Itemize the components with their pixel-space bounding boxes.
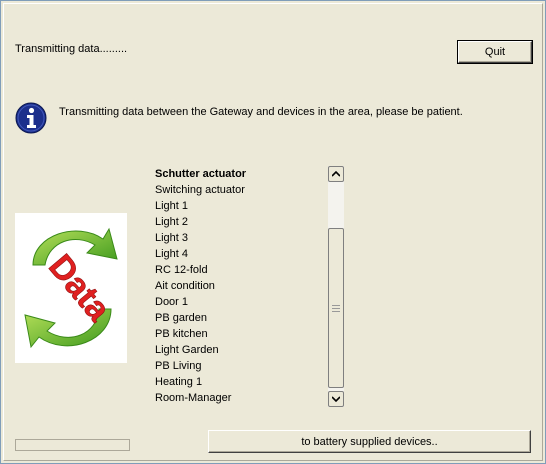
battery-devices-button[interactable]: to battery supplied devices.. xyxy=(208,430,531,453)
grip-icon xyxy=(332,304,340,312)
device-list[interactable]: Schutter actuator Switching actuator Light… xyxy=(155,166,327,406)
list-item[interactable]: PB kitchen xyxy=(155,326,327,342)
list-item[interactable]: PB Living xyxy=(155,358,327,374)
list-item[interactable]: Light 2 xyxy=(155,214,327,230)
list-item[interactable]: Heating 1 xyxy=(155,374,327,390)
list-item[interactable]: Light 3 xyxy=(155,230,327,246)
scroll-down-button[interactable] xyxy=(328,391,344,407)
list-item[interactable]: Door 1 xyxy=(155,294,327,310)
list-item[interactable]: Ait condition xyxy=(155,278,327,294)
dialog-window: Transmitting data......... Quit Transmit… xyxy=(0,0,546,464)
status-text: Transmitting data......... xyxy=(15,43,128,55)
quit-button[interactable]: Quit xyxy=(457,40,533,64)
list-item[interactable]: Light 4 xyxy=(155,246,327,262)
data-logo: Data xyxy=(15,213,127,363)
scroll-up-button[interactable] xyxy=(328,166,344,182)
scroll-thumb[interactable] xyxy=(328,228,344,388)
progress-bar xyxy=(15,439,130,451)
info-icon xyxy=(15,102,47,134)
info-message: Transmitting data between the Gateway an… xyxy=(59,106,463,118)
list-item[interactable]: Room-Manager xyxy=(155,390,327,406)
list-item[interactable]: PB garden xyxy=(155,310,327,326)
list-item[interactable]: Switching actuator xyxy=(155,182,327,198)
data-logo-graphic: Data xyxy=(24,227,119,349)
chevron-down-icon xyxy=(332,396,340,402)
device-list-scrollbar[interactable] xyxy=(328,166,344,407)
list-item[interactable]: Schutter actuator xyxy=(155,166,327,182)
chevron-up-icon xyxy=(332,171,340,177)
list-item[interactable]: Light Garden xyxy=(155,342,327,358)
list-item[interactable]: Light 1 xyxy=(155,198,327,214)
list-item[interactable]: RC 12-fold xyxy=(155,262,327,278)
